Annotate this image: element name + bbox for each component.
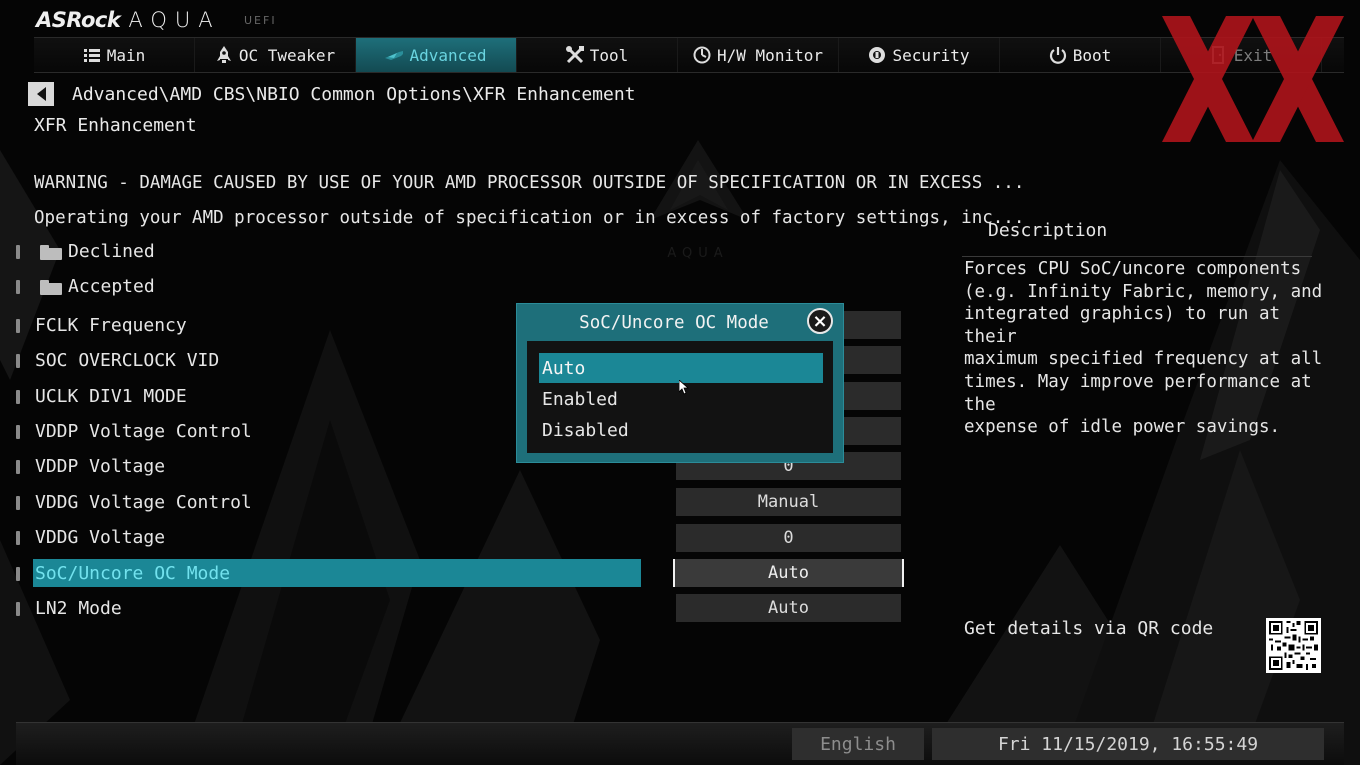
power-icon (1049, 46, 1067, 64)
star-icon (385, 46, 404, 64)
tab-hw-monitor[interactable]: H/W Monitor (678, 38, 839, 72)
xx-watermark-logo (1162, 16, 1344, 142)
tab-tool[interactable]: Tool (517, 38, 678, 72)
setting-value-ln2-mode[interactable]: Auto (676, 594, 901, 622)
setting-value-vddg-voltage-control[interactable]: Manual (676, 488, 901, 516)
breadcrumb: Advanced\AMD CBS\NBIO Common Options\XFR… (72, 84, 636, 105)
setting-label: UCLK DIV1 MODE (35, 386, 187, 407)
setting-label: SoC/Uncore OC Mode (35, 563, 231, 584)
warning-text-line[interactable]: WARNING - DAMAGE CAUSED BY USE OF YOUR A… (34, 173, 1024, 193)
tab-label: Security (892, 45, 970, 65)
folder-item-declined[interactable]: Declined (0, 237, 650, 267)
popup-option-list: Auto Enabled Disabled (527, 341, 833, 453)
aqua-watermark-logo: AQUA (650, 140, 748, 261)
folder-label: Declined (68, 241, 155, 262)
qr-code (1266, 618, 1321, 673)
description-text: Forces CPU SoC/uncore components (e.g. I… (964, 259, 1323, 438)
mouse-cursor-icon (679, 380, 689, 395)
setting-row-ln2-mode[interactable]: LN2 Mode (0, 594, 650, 624)
tools-icon (565, 46, 584, 64)
logo-brand: ASRock (36, 8, 121, 32)
setting-row-soc-uncore-oc-mode[interactable]: SoC/Uncore OC Mode (0, 559, 650, 589)
row-marker (16, 390, 20, 404)
logo-product: AQUA (128, 8, 221, 32)
monitor-icon (693, 46, 711, 64)
setting-label: VDDP Voltage (35, 456, 166, 477)
qr-label: Get details via QR code (964, 618, 1214, 639)
rocket-icon (215, 46, 233, 64)
popup-option-disabled[interactable]: Disabled (539, 415, 823, 445)
page-title: XFR Enhancement (34, 115, 197, 136)
close-icon[interactable]: × (807, 308, 833, 334)
row-marker (16, 567, 20, 581)
popup-title: SoC/Uncore OC Mode (579, 313, 769, 333)
row-marker (16, 354, 20, 368)
tab-label: Advanced (409, 45, 487, 65)
row-marker (16, 531, 20, 545)
setting-row-vddg-voltage[interactable]: VDDG Voltage (0, 523, 650, 553)
tab-boot[interactable]: Boot (1000, 38, 1161, 72)
row-marker (16, 280, 20, 294)
setting-row-vddg-voltage-control[interactable]: VDDG Voltage Control (0, 488, 650, 518)
row-marker (16, 319, 20, 333)
folder-icon (40, 245, 62, 260)
logo-uefi: UEFI (244, 14, 277, 27)
tab-label: H/W Monitor (717, 45, 823, 65)
tab-label: OC Tweaker (238, 45, 336, 65)
warning-text-line[interactable]: Operating your AMD processor outside of … (34, 208, 1024, 228)
svg-text:AQUA: AQUA (667, 246, 728, 261)
setting-value-soc-uncore-oc-mode[interactable]: Auto (673, 559, 904, 587)
row-marker (16, 425, 20, 439)
tab-label: Tool (589, 45, 629, 65)
setting-label: VDDG Voltage Control (35, 492, 252, 513)
tab-main[interactable]: Main (34, 38, 195, 72)
asrock-aqua-logo: ASRock AQUA (36, 6, 221, 32)
setting-label: VDDP Voltage Control (35, 421, 252, 442)
description-divider (962, 256, 1312, 257)
tab-security[interactable]: Security (839, 38, 1000, 72)
tab-label: Boot (1072, 45, 1112, 65)
language-selector[interactable]: English (792, 728, 924, 760)
arrow-left-icon (36, 87, 46, 101)
row-marker (16, 245, 20, 259)
setting-label: VDDG Voltage (35, 527, 166, 548)
folder-label: Accepted (68, 276, 155, 297)
row-marker (16, 602, 20, 616)
row-marker (16, 496, 20, 510)
shield-icon (868, 46, 886, 64)
setting-value-vddg-voltage[interactable]: 0 (676, 524, 901, 552)
tab-advanced[interactable]: Advanced (356, 38, 517, 72)
tab-label: Main (106, 45, 146, 65)
tab-oc-tweaker[interactable]: OC Tweaker (195, 38, 356, 72)
folder-item-accepted[interactable]: Accepted (0, 272, 650, 302)
back-button[interactable] (28, 82, 54, 106)
folder-icon (40, 280, 62, 295)
setting-label: FCLK Frequency (35, 315, 187, 336)
row-marker (16, 460, 20, 474)
setting-label: LN2 Mode (35, 598, 122, 619)
list-icon (83, 46, 101, 64)
description-title: Description (988, 220, 1108, 241)
datetime-display: Fri 11/15/2019, 16:55:49 (932, 728, 1324, 760)
bios-screen: AQUA ASRock AQUA UEFI Main OC Tweaker Ad… (0, 0, 1360, 765)
popup-option-auto[interactable]: Auto (539, 353, 823, 383)
top-navigation: Main OC Tweaker Advanced Tool H/W Monito… (34, 37, 1344, 73)
setting-label: SOC OVERCLOCK VID (35, 350, 220, 371)
